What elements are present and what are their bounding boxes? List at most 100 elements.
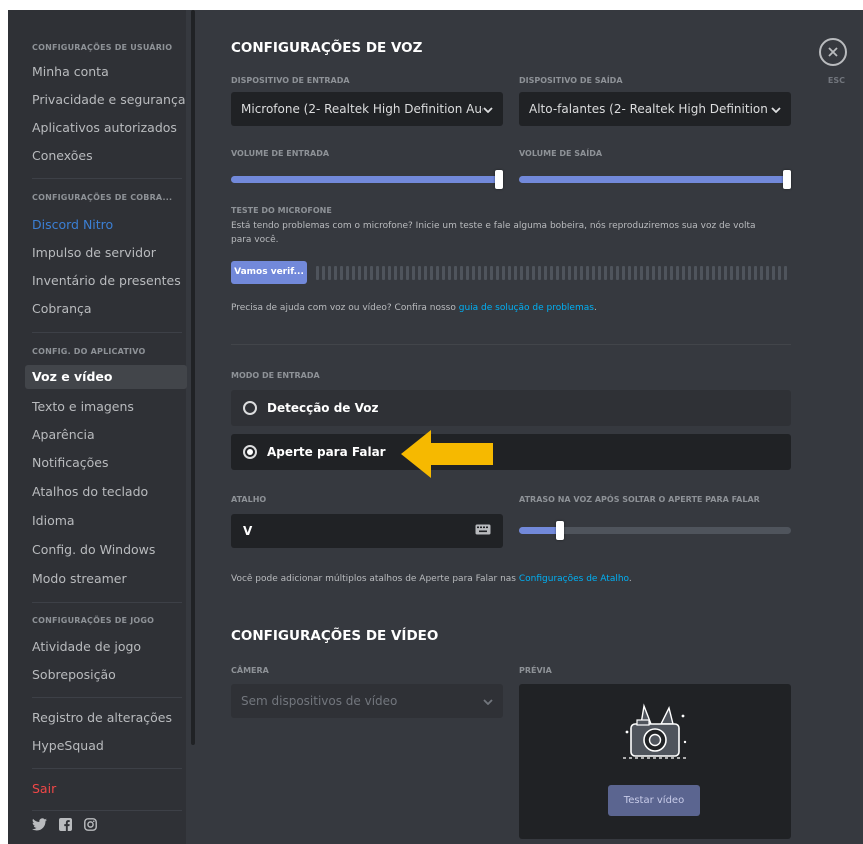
ptt-delay-slider[interactable]	[519, 521, 791, 540]
meter-bar	[538, 266, 541, 280]
troubleshooting-link[interactable]: guia de solução de problemas	[459, 303, 594, 313]
video-preview: Testar vídeo	[519, 684, 791, 839]
output-volume-handle[interactable]	[783, 170, 791, 189]
meter-bar	[640, 266, 643, 280]
input-volume-label: VOLUME DE ENTRADA	[231, 149, 330, 158]
input-device-select[interactable]: Microfone (2- Realtek High Definition Au…	[231, 92, 503, 126]
meter-bar	[682, 266, 685, 280]
meter-bar	[364, 266, 367, 280]
mode-voice-activity-option[interactable]: Detecção de Voz	[231, 390, 791, 426]
shortcut-value: V	[243, 524, 253, 538]
ptt-delay-fill	[519, 527, 560, 534]
camera-select[interactable]: Sem dispositivos de vídeo	[231, 684, 503, 718]
mic-level-meter	[316, 266, 787, 280]
ptt-delay-handle[interactable]	[556, 521, 564, 540]
sidebar-item-voice-video[interactable]: Voz e vídeo	[25, 365, 187, 389]
sidebar-item-connections[interactable]: Conexões	[25, 144, 187, 168]
sidebar-item-gift-inventory[interactable]: Inventário de presentes	[25, 269, 187, 293]
input-volume-slider[interactable]	[231, 170, 503, 189]
meter-bar	[586, 266, 589, 280]
meter-bar	[568, 266, 571, 280]
shortcut-help-prefix: Você pode adicionar múltiplos atalhos de…	[231, 574, 519, 584]
meter-bar	[472, 266, 475, 280]
sidebar-item-billing[interactable]: Cobrança	[25, 297, 187, 321]
sidebar-scrollbar[interactable]	[191, 10, 195, 745]
meter-bar	[664, 266, 667, 280]
keybind-settings-link[interactable]: Configurações de Atalho	[519, 574, 629, 584]
meter-bar	[454, 266, 457, 280]
sidebar-item-overlay[interactable]: Sobreposição	[25, 663, 187, 687]
meter-bar	[532, 266, 535, 280]
camera-value: Sem dispositivos de vídeo	[241, 694, 398, 708]
meter-bar	[652, 266, 655, 280]
sidebar-item-notifications[interactable]: Notificações	[25, 451, 187, 475]
meter-bar	[550, 266, 553, 280]
sidebar-item-game-activity[interactable]: Atividade de jogo	[25, 635, 187, 659]
sidebar-item-text-images[interactable]: Texto e imagens	[25, 395, 187, 419]
meter-bar	[388, 266, 391, 280]
shortcut-input[interactable]: V	[231, 514, 503, 548]
sidebar-divider	[32, 602, 182, 603]
mic-test-description: Está tendo problemas com o microfone? In…	[231, 221, 756, 245]
sidebar-item-appearance[interactable]: Aparência	[25, 423, 187, 447]
close-icon	[828, 47, 838, 57]
twitter-icon[interactable]	[32, 818, 47, 831]
meter-bar	[424, 266, 427, 280]
shortcut-label: ATALHO	[231, 495, 267, 504]
meter-bar	[544, 266, 547, 280]
sidebar-item-streamer-mode[interactable]: Modo streamer	[25, 567, 187, 591]
output-volume-slider[interactable]	[519, 170, 791, 189]
keyboard-icon[interactable]	[475, 524, 491, 538]
test-video-button[interactable]: Testar vídeo	[608, 785, 700, 816]
instagram-icon[interactable]	[84, 818, 97, 831]
output-volume-label: VOLUME DE SAÍDA	[519, 149, 603, 158]
social-links	[32, 818, 97, 831]
facebook-icon[interactable]	[59, 818, 72, 831]
meter-bar	[418, 266, 421, 280]
meter-bar	[574, 266, 577, 280]
sidebar-item-server-boost[interactable]: Impulso de servidor	[25, 241, 187, 265]
meter-bar	[688, 266, 691, 280]
mic-test-button[interactable]: Vamos verif...	[231, 261, 307, 284]
close-button[interactable]	[819, 38, 847, 66]
sidebar-item-keybinds[interactable]: Atalhos do teclado	[25, 480, 187, 504]
sidebar-item-nitro[interactable]: Discord Nitro	[25, 213, 187, 237]
help-text-prefix: Precisa de ajuda com voz ou vídeo? Confi…	[231, 303, 459, 313]
sidebar-divider	[32, 178, 182, 179]
meter-bar	[526, 266, 529, 280]
voice-activity-radio[interactable]	[243, 401, 257, 415]
highlight-arrow-icon	[401, 430, 496, 482]
sidebar-item-windows-settings[interactable]: Config. do Windows	[25, 538, 187, 562]
sidebar-divider	[32, 697, 182, 698]
help-text-suffix: .	[593, 303, 597, 313]
meter-bar	[700, 266, 703, 280]
sidebar-item-hypesquad[interactable]: HypeSquad	[25, 734, 187, 758]
esc-label: ESC	[827, 76, 845, 85]
ptt-radio[interactable]	[243, 445, 257, 459]
help-text: Precisa de ajuda com voz ou vídeo? Confi…	[231, 301, 776, 315]
mode-ptt-option[interactable]: Aperte para Falar	[231, 434, 791, 470]
meter-bar	[622, 266, 625, 280]
meter-bar	[556, 266, 559, 280]
ptt-delay-label: ATRASO NA VOZ APÓS SOLTAR O APERTE PARA …	[519, 495, 760, 504]
voice-activity-label: Detecção de Voz	[267, 401, 379, 415]
sidebar-item-logout[interactable]: Sair	[25, 777, 187, 801]
meter-bar	[592, 266, 595, 280]
output-device-select[interactable]: Alto-falantes (2- Realtek High Definitio…	[519, 92, 791, 126]
meter-bar	[724, 266, 727, 280]
sidebar-item-privacy[interactable]: Privacidade e segurança	[25, 88, 187, 112]
meter-bar	[328, 266, 331, 280]
section-divider	[231, 344, 791, 345]
meter-bar	[460, 266, 463, 280]
sidebar-item-language[interactable]: Idioma	[25, 509, 187, 533]
meter-bar	[448, 266, 451, 280]
meter-bar	[562, 266, 565, 280]
output-volume-fill	[519, 176, 791, 183]
meter-bar	[748, 266, 751, 280]
input-volume-handle[interactable]	[495, 170, 503, 189]
sidebar-header-billing: CONFIGURAÇÕES DE COBRA...	[32, 193, 173, 202]
sidebar-item-my-account[interactable]: Minha conta	[25, 60, 187, 84]
meter-bar	[766, 266, 769, 280]
sidebar-item-changelog[interactable]: Registro de alterações	[25, 706, 187, 730]
sidebar-item-authorized-apps[interactable]: Aplicativos autorizados	[25, 116, 187, 140]
